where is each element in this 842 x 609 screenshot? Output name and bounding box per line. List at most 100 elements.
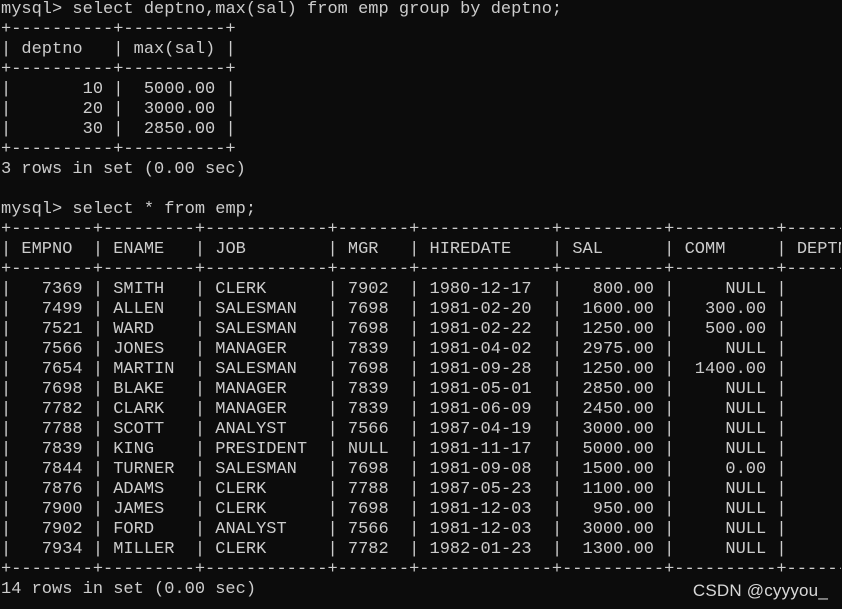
table-cell: JAMES xyxy=(113,500,185,519)
column-header-job: JOB xyxy=(215,240,318,259)
table-separator: | xyxy=(653,320,685,339)
table-cell: 7934 xyxy=(21,540,83,559)
table-cell: KING xyxy=(113,440,185,459)
table-cell: SALESMAN xyxy=(215,360,318,379)
table-cell: 20 xyxy=(797,340,841,359)
table-separator: | xyxy=(82,240,114,259)
table-separator: | xyxy=(184,400,216,419)
table-separator: | xyxy=(541,460,573,479)
table-separator: | xyxy=(1,480,22,499)
table-separator: | xyxy=(766,440,797,459)
table-separator: | xyxy=(541,540,573,559)
table-separator: | xyxy=(184,480,216,499)
table-cell: MANAGER xyxy=(215,340,318,359)
table-separator: | xyxy=(398,400,430,419)
table-cell: 1981-04-02 xyxy=(429,340,542,359)
table-cell: 5000.00 xyxy=(572,440,654,459)
table-cell: 7876 xyxy=(21,480,83,499)
table-border: +--------+---------+------------+-------… xyxy=(1,220,841,239)
table-separator: | xyxy=(398,440,430,459)
table-cell: 7698 xyxy=(347,300,399,319)
table-separator: | xyxy=(653,400,685,419)
table-separator: | xyxy=(1,540,22,559)
table-cell: 7698 xyxy=(347,460,399,479)
table-row: | 7839 | KING | PRESIDENT | NULL | 1981-… xyxy=(1,440,841,460)
table-cell: 30 xyxy=(797,300,841,319)
table-cell: BLAKE xyxy=(113,380,185,399)
table-cell: 1250.00 xyxy=(572,320,654,339)
table-separator: | xyxy=(398,520,430,539)
table-cell: 1981-12-03 xyxy=(429,500,542,519)
table-separator: | xyxy=(398,360,430,379)
table-separator: | xyxy=(1,500,22,519)
table-separator: | xyxy=(653,300,685,319)
column-header-mgr: MGR xyxy=(347,240,399,259)
table-separator: | xyxy=(766,340,797,359)
table-separator: | xyxy=(184,340,216,359)
column-header-hiredate: HIREDATE xyxy=(429,240,542,259)
table-cell: 800.00 xyxy=(572,280,654,299)
table-separator: | xyxy=(766,400,797,419)
table-cell: NULL xyxy=(684,420,767,439)
table-separator: | xyxy=(184,500,216,519)
mysql-prompt: mysql> xyxy=(1,200,63,219)
table-separator: | xyxy=(1,240,22,259)
table-separator: | xyxy=(1,280,22,299)
table-separator: | xyxy=(1,40,22,59)
table-cell: NULL xyxy=(684,340,767,359)
mysql-prompt: mysql> xyxy=(1,0,63,19)
table-separator: | xyxy=(82,420,114,439)
table-border: +--------+---------+------------+-------… xyxy=(1,260,841,279)
table-cell: 7839 xyxy=(21,440,83,459)
table-separator: | xyxy=(766,280,797,299)
table-row: | 7876 | ADAMS | CLERK | 7788 | 1987-05-… xyxy=(1,480,841,500)
table-separator: | xyxy=(184,240,216,259)
table-separator: | xyxy=(398,420,430,439)
command-line: mysql> select deptno,max(sal) from emp g… xyxy=(1,0,841,20)
table-separator: | xyxy=(541,480,573,499)
table-separator: | xyxy=(766,460,797,479)
table-cell: SMITH xyxy=(113,280,185,299)
table-separator: | xyxy=(317,320,348,339)
table-cell: 7902 xyxy=(347,280,399,299)
table-separator: | xyxy=(82,540,114,559)
table-cell: 20 xyxy=(797,480,841,499)
table-separator: | xyxy=(1,320,22,339)
table-cell: 7654 xyxy=(21,360,83,379)
table-separator: | xyxy=(398,320,430,339)
terminal-window[interactable]: mysql> select deptno,max(sal) from emp g… xyxy=(1,0,841,609)
column-header-comm: COMM xyxy=(684,240,767,259)
table-separator: | xyxy=(82,400,114,419)
table-row: | 7654 | MARTIN | SALESMAN | 7698 | 1981… xyxy=(1,360,841,380)
table-separator: | xyxy=(1,460,22,479)
table-cell: 7369 xyxy=(21,280,83,299)
table-cell: 20 xyxy=(21,100,104,119)
result-status: 3 rows in set (0.00 sec) xyxy=(1,160,246,179)
table-separator: | xyxy=(398,240,430,259)
table-separator: | xyxy=(541,400,573,419)
table-separator: | xyxy=(184,460,216,479)
table-separator: | xyxy=(1,80,22,99)
table-cell: 1981-02-22 xyxy=(429,320,542,339)
command-line: mysql> select * from emp; xyxy=(1,200,841,220)
table-separator: | xyxy=(317,360,348,379)
table-separator: | xyxy=(103,80,134,99)
table-cell: 7900 xyxy=(21,500,83,519)
table-cell: ANALYST xyxy=(215,520,318,539)
table-row: | 7499 | ALLEN | SALESMAN | 7698 | 1981-… xyxy=(1,300,841,320)
column-header-ename: ENAME xyxy=(113,240,185,259)
table-separator: | xyxy=(317,380,348,399)
table-cell: 1981-05-01 xyxy=(429,380,542,399)
table-row: | 7788 | SCOTT | ANALYST | 7566 | 1987-0… xyxy=(1,420,841,440)
table-separator: | xyxy=(398,340,430,359)
table-cell: 3000.00 xyxy=(133,100,216,119)
table-separator: | xyxy=(317,240,348,259)
table-border: +----------+----------+ xyxy=(1,60,236,79)
table-cell: 1981-11-17 xyxy=(429,440,542,459)
table-cell: 2975.00 xyxy=(572,340,654,359)
table-cell: 10 xyxy=(797,540,841,559)
table-separator: | xyxy=(82,380,114,399)
table-separator: | xyxy=(1,420,22,439)
table-cell: 7698 xyxy=(347,320,399,339)
table-cell: 7839 xyxy=(347,340,399,359)
